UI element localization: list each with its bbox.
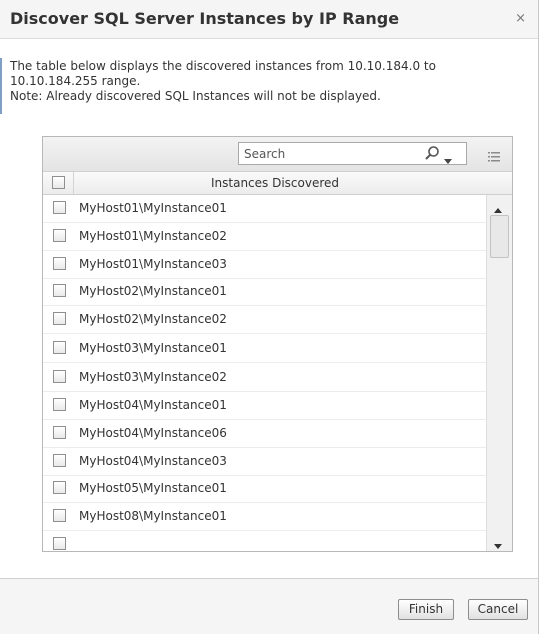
column-header-instances[interactable]: Instances Discovered [211,176,339,190]
table-body: MyHost01\MyInstance01 MyHost01\MyInstance… [43,195,486,551]
instance-name: MyHost01\MyInstance03 [79,257,227,271]
close-icon[interactable]: × [515,11,526,26]
scrollbar-thumb[interactable] [490,215,509,258]
row-checkbox[interactable] [53,509,66,522]
row-checkbox[interactable] [53,481,66,494]
table-toolbar [43,137,512,172]
instance-name: MyHost01\MyInstance01 [79,201,227,215]
instance-name: MyHost02\MyInstance01 [79,284,227,298]
instances-table-panel: Instances Discovered MyHost01\MyInstance… [42,136,513,552]
finish-button[interactable]: Finish [398,599,454,620]
row-checkbox[interactable] [53,229,66,242]
dialog-title: Discover SQL Server Instances by IP Rang… [10,9,400,28]
table-row[interactable]: MyHost04\MyInstance06 [43,420,486,448]
description-text: The table below displays the discovered … [10,59,530,104]
header-checkbox-cell [43,172,74,194]
table-row[interactable] [43,531,486,551]
table-row[interactable]: MyHost03\MyInstance01 [43,335,486,363]
select-all-checkbox[interactable] [52,176,65,189]
vertical-scrollbar[interactable] [486,195,512,551]
discover-instances-dialog: Discover SQL Server Instances by IP Rang… [0,0,539,634]
row-checkbox[interactable] [53,312,66,325]
instance-name: MyHost04\MyInstance03 [79,454,227,468]
instance-name: MyHost05\MyInstance01 [79,481,227,495]
search-input[interactable] [239,143,404,164]
instance-name: MyHost01\MyInstance02 [79,229,227,243]
table-row[interactable]: MyHost02\MyInstance02 [43,306,486,334]
table-row[interactable]: MyHost08\MyInstance01 [43,503,486,531]
instance-name: MyHost04\MyInstance06 [79,426,227,440]
table-row[interactable]: MyHost01\MyInstance02 [43,223,486,251]
instance-name: MyHost08\MyInstance01 [79,509,227,523]
table-row[interactable]: MyHost05\MyInstance01 [43,475,486,503]
scroll-down-icon[interactable] [494,535,502,551]
table-row[interactable]: MyHost01\MyInstance03 [43,251,486,279]
instance-name: MyHost03\MyInstance01 [79,341,227,355]
dialog-footer: Finish Cancel [0,578,538,634]
description-line-2: 10.10.184.255 range. [10,74,141,88]
instance-name: MyHost04\MyInstance01 [79,398,227,412]
instance-name: MyHost03\MyInstance02 [79,370,227,384]
row-checkbox[interactable] [53,454,66,467]
chevron-down-icon[interactable] [444,150,452,169]
row-checkbox[interactable] [53,257,66,270]
cancel-button[interactable]: Cancel [468,599,528,620]
row-checkbox[interactable] [53,426,66,439]
table-row[interactable]: MyHost03\MyInstance02 [43,364,486,392]
table-row[interactable]: MyHost01\MyInstance01 [43,195,486,223]
row-checkbox[interactable] [53,398,66,411]
table-row[interactable]: MyHost04\MyInstance03 [43,448,486,476]
description-line-1: The table below displays the discovered … [10,59,436,73]
instance-name: MyHost02\MyInstance02 [79,312,227,326]
row-checkbox[interactable] [53,370,66,383]
columns-icon[interactable] [488,148,500,167]
table-header: Instances Discovered [43,172,512,195]
search-box[interactable] [238,142,467,165]
accent-bar [0,58,2,114]
row-checkbox[interactable] [53,341,66,354]
table-row[interactable]: MyHost04\MyInstance01 [43,392,486,420]
search-icon[interactable] [424,145,440,165]
row-checkbox[interactable] [53,284,66,297]
description-note: Note: Already discovered SQL Instances w… [10,89,381,103]
dialog-titlebar: Discover SQL Server Instances by IP Rang… [0,0,538,39]
row-checkbox[interactable] [53,537,66,550]
table-row[interactable]: MyHost02\MyInstance01 [43,278,486,306]
row-checkbox[interactable] [53,201,66,214]
